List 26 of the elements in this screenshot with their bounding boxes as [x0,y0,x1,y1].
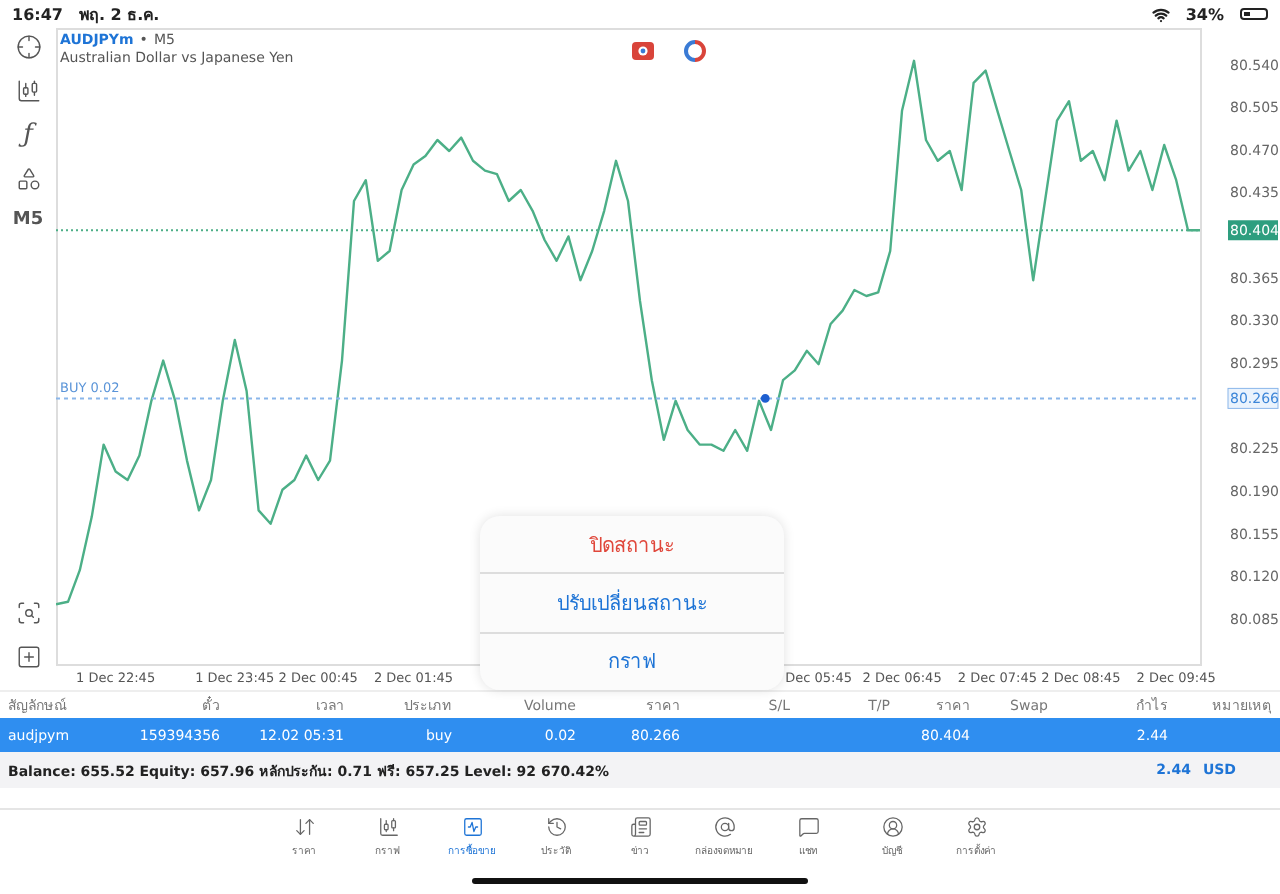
clock: 16:47 [12,5,63,23]
settings-icon [965,816,987,838]
arrows-icon [293,816,315,838]
timeframe-button[interactable]: M5 [12,210,44,230]
chart-icon [461,816,483,838]
battery-percent: 34% [1185,5,1224,23]
history-icon [545,816,567,838]
camera-icon[interactable] [632,42,654,60]
add-icon[interactable] [15,644,41,670]
entry-point [760,394,770,403]
crosshair-icon[interactable] [15,34,41,60]
candlestick-icon[interactable] [15,78,41,104]
menu-item[interactable]: ปรับเปลี่ยนสถานะ [480,574,784,634]
newspaper-icon [629,816,651,838]
shapes-icon[interactable] [15,166,41,192]
menu-item[interactable]: กราฟ [480,633,784,690]
user-icon [881,816,903,838]
candlestick-icon [377,816,399,838]
chat-icon [797,816,819,838]
at-icon [713,816,735,838]
zoom-icon[interactable] [15,600,41,626]
date: พฤ. 2 ธ.ค. [78,3,160,27]
wifi-icon [1151,5,1170,23]
menu-item[interactable]: ปิดสถานะ [480,516,784,575]
battery-icon [1240,8,1268,20]
indicator-button[interactable]: ƒ [23,122,33,148]
